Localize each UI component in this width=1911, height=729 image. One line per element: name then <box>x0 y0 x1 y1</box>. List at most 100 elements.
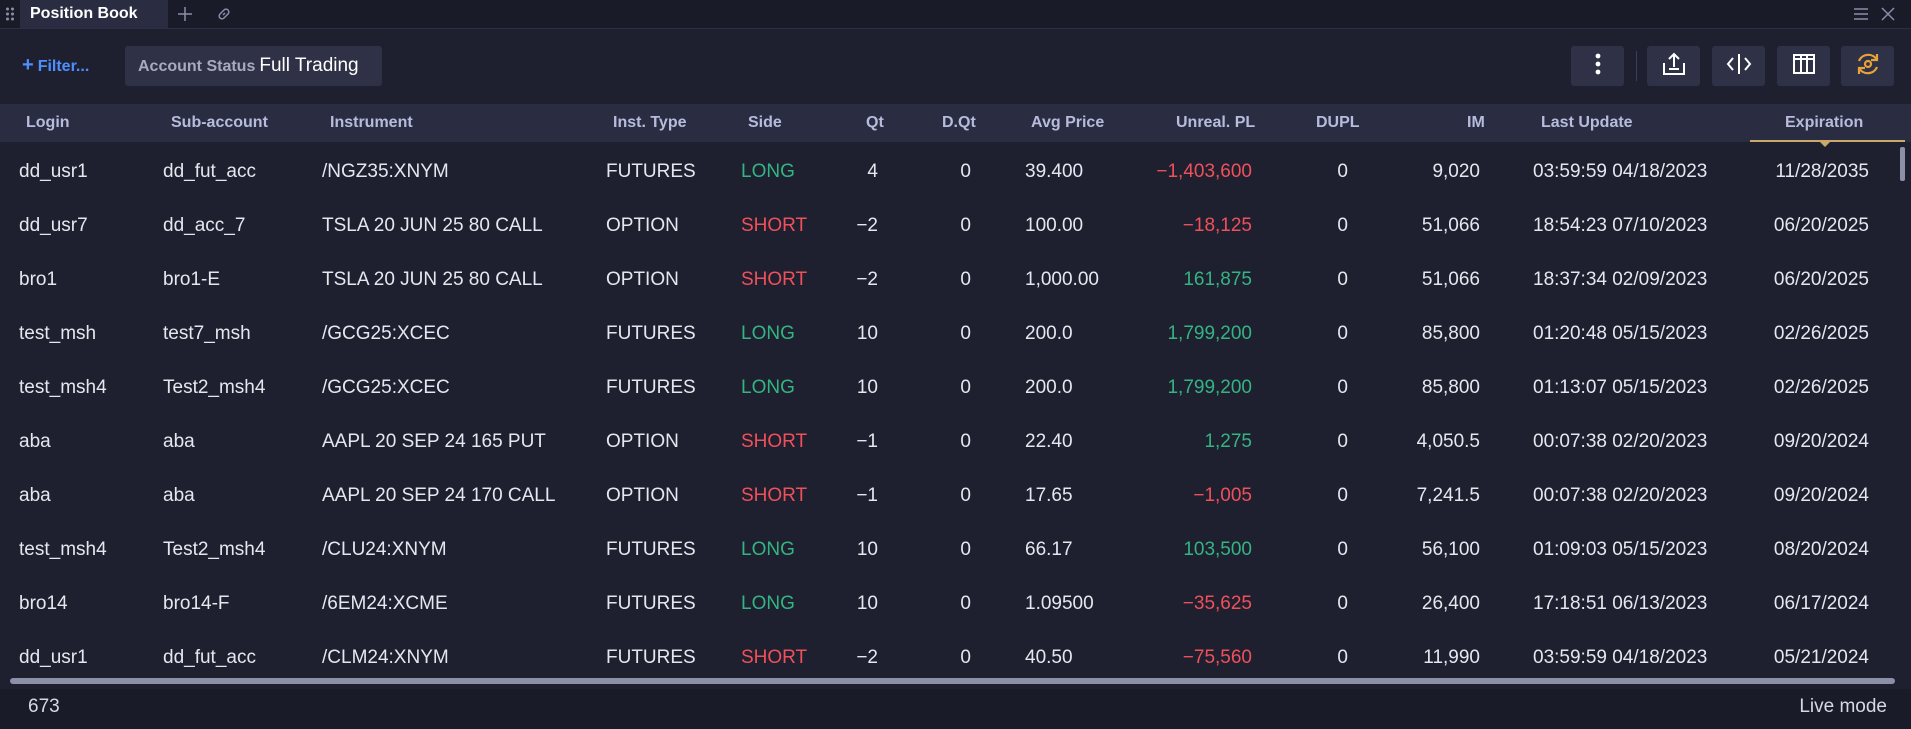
cell-qt: −1 <box>856 485 878 506</box>
column-header-qt[interactable]: Qt <box>866 104 884 142</box>
tab-position-book[interactable]: Position Book <box>20 0 168 28</box>
hamburger-menu-icon[interactable] <box>1849 0 1873 28</box>
cell-sub-account: Test2_msh4 <box>163 377 266 398</box>
cell-qt: −1 <box>856 431 878 452</box>
cell-dupl: 0 <box>1337 431 1348 452</box>
cell-login: bro14 <box>19 593 68 614</box>
cell-unreal-pl: 1,799,200 <box>1167 323 1252 344</box>
cell-instrument: /CLM24:XNYM <box>322 647 449 668</box>
account-status-value: Full Trading <box>259 55 359 76</box>
cell-im: 51,066 <box>1421 215 1480 236</box>
cell-side: LONG <box>741 539 795 560</box>
table-row[interactable]: test_msh4 Test2_msh4/GCG25:XCEC FUTURES LON… <box>0 361 1900 415</box>
horizontal-scrollbar[interactable] <box>10 678 1895 684</box>
table-row[interactable]: bro14 bro14-F/6EM24:XCME FUTURES LONG 10 0 1.0… <box>0 577 1900 631</box>
cell-inst-type: OPTION <box>606 431 679 452</box>
cell-inst-type: FUTURES <box>606 593 696 614</box>
table-row[interactable]: test_msh4 Test2_msh4/CLU24:XNYM FUTURES LON… <box>0 523 1900 577</box>
cell-dupl: 0 <box>1337 485 1348 506</box>
columns-icon <box>1792 53 1816 80</box>
export-button[interactable] <box>1647 46 1700 86</box>
refresh-button[interactable] <box>1841 46 1894 86</box>
cell-instrument: /GCG25:XCEC <box>322 377 450 398</box>
cell-im: 7,241.5 <box>1416 485 1480 506</box>
cell-im: 4,050.5 <box>1416 431 1480 452</box>
cell-sub-account: test7_msh <box>163 323 251 344</box>
column-header-d-qt[interactable]: D.Qt <box>942 104 976 142</box>
toolbar: + Filter... Account Status Full Trading <box>0 29 1911 101</box>
cell-im: 26,400 <box>1421 593 1480 614</box>
cell-d-qt: 0 <box>960 161 971 182</box>
filter-label: Filter... <box>37 58 90 75</box>
cell-instrument: AAPL 20 SEP 24 170 CALL <box>322 485 556 506</box>
cell-d-qt: 0 <box>960 485 971 506</box>
table-row[interactable]: dd_usr1 dd_fut_acc/NGZ35:XNYM FUTURES LONG 4… <box>0 145 1900 199</box>
cell-im: 9,020 <box>1432 161 1480 182</box>
cell-expiration: 06/17/2024 <box>1773 593 1869 614</box>
resize-columns-button[interactable] <box>1712 46 1765 86</box>
cell-im: 85,800 <box>1421 323 1480 344</box>
column-header-last-update[interactable]: Last Update <box>1541 104 1633 142</box>
table-row[interactable]: dd_usr7 dd_acc_7 TSLA 20 JUN 25 80 CALL OPT… <box>0 199 1900 253</box>
column-header-side[interactable]: Side <box>748 104 782 142</box>
drag-handle-icon[interactable] <box>5 6 15 22</box>
cell-side: SHORT <box>741 485 808 506</box>
link-icon[interactable] <box>207 0 241 28</box>
cell-instrument: /CLU24:XNYM <box>322 539 447 560</box>
vertical-scrollbar[interactable] <box>1900 147 1905 181</box>
column-header-expiration[interactable]: Expiration <box>1785 104 1863 142</box>
column-header-login[interactable]: Login <box>26 104 70 142</box>
cell-qt: 4 <box>867 161 878 182</box>
column-header-instrument[interactable]: Instrument <box>330 104 413 142</box>
columns-button[interactable] <box>1777 46 1830 86</box>
column-header-inst-type[interactable]: Inst. Type <box>613 104 687 142</box>
table-row[interactable]: bro1 bro1-E TSLA 20 JUN 25 80 CALL OPTION SH… <box>0 253 1900 307</box>
cell-login: test_msh <box>19 323 97 344</box>
cell-last-update: 17:18:51 06/13/2023 <box>1533 593 1708 614</box>
cell-sub-account: Test2_msh4 <box>163 539 266 560</box>
more-options-button[interactable] <box>1571 46 1624 86</box>
cell-qt: 10 <box>856 593 878 614</box>
column-header-im[interactable]: IM <box>1467 104 1485 142</box>
cell-d-qt: 0 <box>960 377 971 398</box>
cell-inst-type: FUTURES <box>606 161 696 182</box>
column-header-unreal-pl[interactable]: Unreal. PL <box>1176 104 1255 142</box>
cell-inst-type: FUTURES <box>606 647 696 668</box>
plus-icon: + <box>22 54 34 76</box>
account-status-chip[interactable]: Account Status Full Trading <box>125 46 382 86</box>
column-header-dupl[interactable]: DUPL <box>1316 104 1360 142</box>
cell-qt: −2 <box>856 215 878 236</box>
refresh-icon <box>1855 51 1881 82</box>
cell-sub-account: aba <box>163 431 195 452</box>
cell-dupl: 0 <box>1337 323 1348 344</box>
cell-last-update: 01:20:48 05/15/2023 <box>1533 323 1708 344</box>
cell-side: SHORT <box>741 647 808 668</box>
cell-d-qt: 0 <box>960 539 971 560</box>
cell-login: aba <box>19 485 51 506</box>
table-body: dd_usr1 dd_fut_acc/NGZ35:XNYM FUTURES LONG 4… <box>0 145 1900 675</box>
table-row[interactable]: aba aba AAPL 20 SEP 24 170 CALL OPTION SHORT… <box>0 469 1900 523</box>
cell-last-update: 03:59:59 04/18/2023 <box>1533 161 1708 182</box>
cell-inst-type: OPTION <box>606 269 679 290</box>
column-header-sub-account[interactable]: Sub-account <box>171 104 268 142</box>
cell-dupl: 0 <box>1337 215 1348 236</box>
cell-inst-type: FUTURES <box>606 323 696 344</box>
add-filter-button[interactable]: + Filter... <box>22 51 89 79</box>
cell-side: LONG <box>741 323 795 344</box>
cell-sub-account: bro1-E <box>163 269 221 290</box>
resize-columns-icon <box>1725 53 1753 80</box>
cell-inst-type: FUTURES <box>606 539 696 560</box>
cell-unreal-pl: 1,275 <box>1204 431 1252 452</box>
status-bar: 673 Live mode <box>0 689 1911 729</box>
table-row[interactable]: dd_usr1 dd_fut_acc/CLM24:XNYM FUTURES SHORT… <box>0 631 1900 675</box>
cell-dupl: 0 <box>1337 647 1348 668</box>
plus-icon[interactable] <box>168 0 202 28</box>
table-row[interactable]: test_msh test7_msh/GCG25:XCEC FUTURES LONG 1… <box>0 307 1900 361</box>
cell-sub-account: bro14-F <box>163 593 230 614</box>
table-row[interactable]: aba aba AAPL 20 SEP 24 165 PUT OPTION SHORT −… <box>0 415 1900 469</box>
cell-sub-account: dd_fut_acc <box>163 161 256 182</box>
cell-login: dd_usr7 <box>19 215 88 236</box>
cell-d-qt: 0 <box>960 323 971 344</box>
close-icon[interactable] <box>1876 0 1900 28</box>
column-header-avg-price[interactable]: Avg Price <box>1031 104 1104 142</box>
